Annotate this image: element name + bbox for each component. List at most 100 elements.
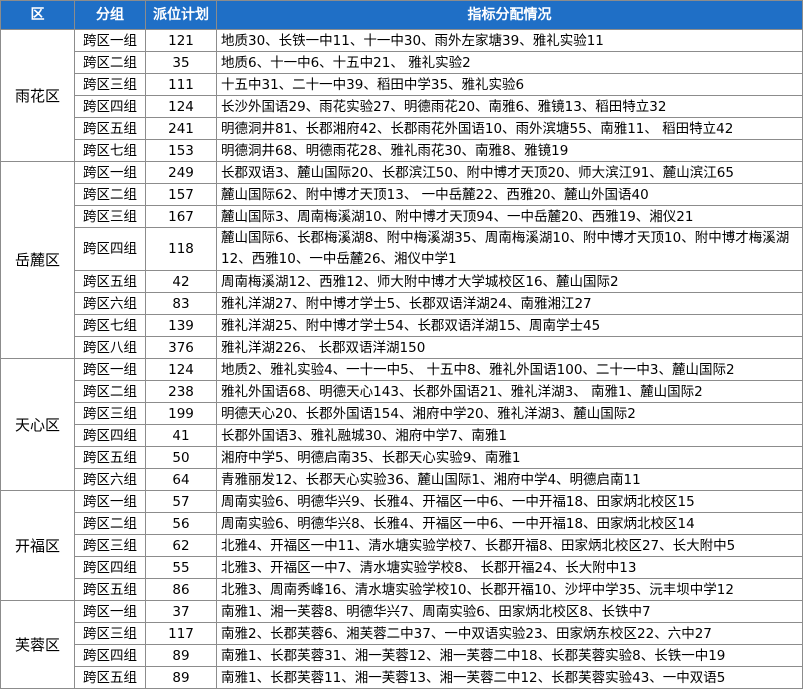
plan-cell: 199 bbox=[145, 402, 217, 425]
detail-cell: 周南梅溪湖12、西雅12、师大附中博才大学城校区16、麓山国际2 bbox=[216, 270, 803, 293]
table-row: 跨区二组 35 地质6、十一中6、十五中21、 雅礼实验2 bbox=[1, 51, 803, 74]
detail-cell: 雅礼洋湖25、附中博才学士54、长郡双语洋湖15、周南学士45 bbox=[216, 314, 803, 337]
plan-cell: 241 bbox=[145, 117, 217, 140]
allocation-table: 区 分组 派位计划 指标分配情况 雨花区 跨区一组 121 地质30、长铁一中11、十… bbox=[0, 0, 803, 689]
group-cell: 跨区一组 bbox=[74, 161, 146, 184]
group-cell: 跨区六组 bbox=[74, 468, 146, 491]
detail-cell: 雅礼外国语68、明德天心143、长郡外国语21、雅礼洋湖3、 南雅1、麓山国际2 bbox=[216, 380, 803, 403]
table-row: 天心区 跨区一组 124 地质2、雅礼实验4、一十一中5、 十五中8、雅礼外国语100… bbox=[0, 358, 803, 491]
detail-cell: 北雅3、周南秀峰16、清水塘实验学校10、长郡开福10、沙坪中学35、沅丰坝中学… bbox=[216, 578, 803, 601]
table-row: 跨区二组 56 周南实验6、明德华兴8、长雅4、开福区一中6、一中开福18、田家炳北… bbox=[1, 512, 803, 535]
detail-cell: 明德洞井81、长郡湘府42、长郡雨花外国语10、雨外滨塘55、南雅11、 稻田特… bbox=[216, 117, 803, 140]
group-cell: 跨区六组 bbox=[74, 292, 146, 315]
table-row: 跨区三组 62 北雅4、开福区一中11、清水塘实验学校7、长郡开福8、田家炳北校区2… bbox=[1, 534, 803, 557]
plan-cell: 86 bbox=[145, 578, 217, 601]
plan-cell: 376 bbox=[145, 336, 217, 359]
district-name: 岳麓区 bbox=[0, 161, 75, 359]
plan-cell: 124 bbox=[145, 358, 217, 381]
plan-cell: 57 bbox=[145, 490, 217, 513]
group-cell: 跨区四组 bbox=[74, 95, 146, 118]
group-cell: 跨区三组 bbox=[74, 205, 146, 228]
detail-cell: 雅礼洋湖27、附中博才学士5、长郡双语洋湖24、南雅湘江27 bbox=[216, 292, 803, 315]
group-cell: 跨区八组 bbox=[74, 336, 146, 359]
table-row: 跨区四组 89 南雅1、长郡芙蓉31、湘一芙蓉12、湘一芙蓉二中18、长郡芙蓉实验8… bbox=[1, 644, 803, 667]
group-cell: 跨区三组 bbox=[74, 402, 146, 425]
table-row: 跨区四组 124 长沙外国语29、雨花实验27、明德雨花20、南雅6、雅镜13、稻田… bbox=[1, 95, 803, 118]
detail-cell: 麓山国际62、附中博才天顶13、 一中岳麓22、西雅20、麓山外国语40 bbox=[216, 183, 803, 206]
plan-cell: 56 bbox=[145, 512, 217, 535]
detail-cell: 北雅4、开福区一中11、清水塘实验学校7、长郡开福8、田家炳北校区27、长大附中… bbox=[216, 534, 803, 557]
plan-cell: 167 bbox=[145, 205, 217, 228]
table-row: 跨区二组 157 麓山国际62、附中博才天顶13、 一中岳麓22、西雅20、麓山外国… bbox=[1, 183, 803, 206]
header-plan: 派位计划 bbox=[145, 0, 217, 30]
plan-cell: 117 bbox=[145, 622, 217, 645]
table-row: 跨区五组 50 湘府中学5、明德启南35、长郡天心实验9、南雅1 bbox=[1, 446, 803, 469]
group-cell: 跨区一组 bbox=[74, 600, 146, 623]
group-cell: 跨区一组 bbox=[74, 358, 146, 381]
district-name: 开福区 bbox=[0, 490, 75, 601]
plan-cell: 41 bbox=[145, 424, 217, 447]
group-cell: 跨区一组 bbox=[74, 29, 146, 52]
header-detail: 指标分配情况 bbox=[216, 0, 803, 30]
group-cell: 跨区四组 bbox=[74, 556, 146, 579]
table-row: 芙蓉区 跨区一组 37 南雅1、湘一芙蓉8、明德华兴7、周南实验6、田家炳北校区8、长… bbox=[0, 600, 803, 689]
detail-cell: 北雅3、开福区一中7、清水塘实验学校8、 长郡开福24、长大附中13 bbox=[216, 556, 803, 579]
detail-cell: 南雅1、湘一芙蓉8、明德华兴7、周南实验6、田家炳北校区8、长铁中7 bbox=[216, 600, 803, 623]
plan-cell: 249 bbox=[145, 161, 217, 184]
detail-cell: 明德洞井68、明德雨花28、雅礼雨花30、南雅8、雅镜19 bbox=[216, 139, 803, 162]
plan-cell: 124 bbox=[145, 95, 217, 118]
group-cell: 跨区三组 bbox=[74, 534, 146, 557]
plan-cell: 153 bbox=[145, 139, 217, 162]
detail-cell: 南雅2、长郡芙蓉6、湘芙蓉二中37、一中双语实验23、田家炳东校区22、六中27 bbox=[216, 622, 803, 645]
detail-cell: 长沙外国语29、雨花实验27、明德雨花20、南雅6、雅镜13、稻田特立32 bbox=[216, 95, 803, 118]
group-cell: 跨区三组 bbox=[74, 73, 146, 96]
header-district: 区 bbox=[0, 0, 75, 30]
detail-cell: 周南实验6、明德华兴9、长雅4、开福区一中6、一中开福18、田家炳北校区15 bbox=[216, 490, 803, 513]
table-row: 跨区五组 241 明德洞井81、长郡湘府42、长郡雨花外国语10、雨外滨塘55、南雅… bbox=[1, 117, 803, 140]
table-row: 跨区五组 89 南雅1、长郡芙蓉11、湘一芙蓉13、湘一芙蓉二中12、长郡芙蓉实验4… bbox=[1, 666, 803, 689]
header-row: 区 分组 派位计划 指标分配情况 bbox=[0, 0, 803, 30]
plan-cell: 50 bbox=[145, 446, 217, 469]
group-cell: 跨区二组 bbox=[74, 380, 146, 403]
plan-cell: 83 bbox=[145, 292, 217, 315]
plan-cell: 139 bbox=[145, 314, 217, 337]
group-cell: 跨区四组 bbox=[74, 424, 146, 447]
district-name: 雨花区 bbox=[0, 29, 75, 162]
table-row: 跨区四组 55 北雅3、开福区一中7、清水塘实验学校8、 长郡开福24、长大附中13 bbox=[1, 556, 803, 579]
table-body: 雨花区 跨区一组 121 地质30、长铁一中11、十一中30、雨外左家塘39、雅礼实验… bbox=[0, 29, 803, 689]
detail-cell: 地质2、雅礼实验4、一十一中5、 十五中8、雅礼外国语100、二十一中3、麓山国… bbox=[216, 358, 803, 381]
table-row: 跨区四组 41 长郡外国语3、雅礼融城30、湘府中学7、南雅1 bbox=[1, 424, 803, 447]
plan-cell: 89 bbox=[145, 644, 217, 667]
detail-cell: 长郡外国语3、雅礼融城30、湘府中学7、南雅1 bbox=[216, 424, 803, 447]
detail-cell: 十五中31、二十一中39、稻田中学35、雅礼实验6 bbox=[216, 73, 803, 96]
detail-cell: 地质30、长铁一中11、十一中30、雨外左家塘39、雅礼实验11 bbox=[216, 29, 803, 52]
table-row: 跨区六组 83 雅礼洋湖27、附中博才学士5、长郡双语洋湖24、南雅湘江27 bbox=[1, 292, 803, 315]
table-row: 跨区五组 42 周南梅溪湖12、西雅12、师大附中博才大学城校区16、麓山国际2 bbox=[1, 270, 803, 293]
group-cell: 跨区五组 bbox=[74, 270, 146, 293]
group-cell: 跨区五组 bbox=[74, 666, 146, 689]
table-row: 跨区四组 118 麓山国际6、长郡梅溪湖8、附中梅溪湖35、周南梅溪湖10、附中博才… bbox=[1, 227, 803, 271]
plan-cell: 55 bbox=[145, 556, 217, 579]
table-row: 跨区三组 199 明德天心20、长郡外国语154、湘府中学20、雅礼洋湖3、麓山国际… bbox=[1, 402, 803, 425]
group-cell: 跨区二组 bbox=[74, 512, 146, 535]
plan-cell: 64 bbox=[145, 468, 217, 491]
table-row: 跨区三组 117 南雅2、长郡芙蓉6、湘芙蓉二中37、一中双语实验23、田家炳东校区… bbox=[1, 622, 803, 645]
detail-cell: 周南实验6、明德华兴8、长雅4、开福区一中6、一中开福18、田家炳北校区14 bbox=[216, 512, 803, 535]
group-cell: 跨区七组 bbox=[74, 139, 146, 162]
plan-cell: 111 bbox=[145, 73, 217, 96]
table-row: 跨区二组 238 雅礼外国语68、明德天心143、长郡外国语21、雅礼洋湖3、 南雅… bbox=[1, 380, 803, 403]
group-cell: 跨区二组 bbox=[74, 183, 146, 206]
plan-cell: 37 bbox=[145, 600, 217, 623]
detail-cell: 青雅丽发12、长郡天心实验36、麓山国际1、湘府中学4、明德启南11 bbox=[216, 468, 803, 491]
group-cell: 跨区五组 bbox=[74, 446, 146, 469]
table-row: 跨区五组 86 北雅3、周南秀峰16、清水塘实验学校10、长郡开福10、沙坪中学35… bbox=[1, 578, 803, 601]
plan-cell: 157 bbox=[145, 183, 217, 206]
group-cell: 跨区一组 bbox=[74, 490, 146, 513]
plan-cell: 42 bbox=[145, 270, 217, 293]
detail-cell: 明德天心20、长郡外国语154、湘府中学20、雅礼洋湖3、麓山国际2 bbox=[216, 402, 803, 425]
group-cell: 跨区三组 bbox=[74, 622, 146, 645]
group-cell: 跨区五组 bbox=[74, 578, 146, 601]
detail-cell: 湘府中学5、明德启南35、长郡天心实验9、南雅1 bbox=[216, 446, 803, 469]
district-name: 天心区 bbox=[0, 358, 75, 491]
detail-cell: 长郡双语3、麓山国际20、长郡滨江50、附中博才天顶20、师大滨江91、麓山滨江… bbox=[216, 161, 803, 184]
